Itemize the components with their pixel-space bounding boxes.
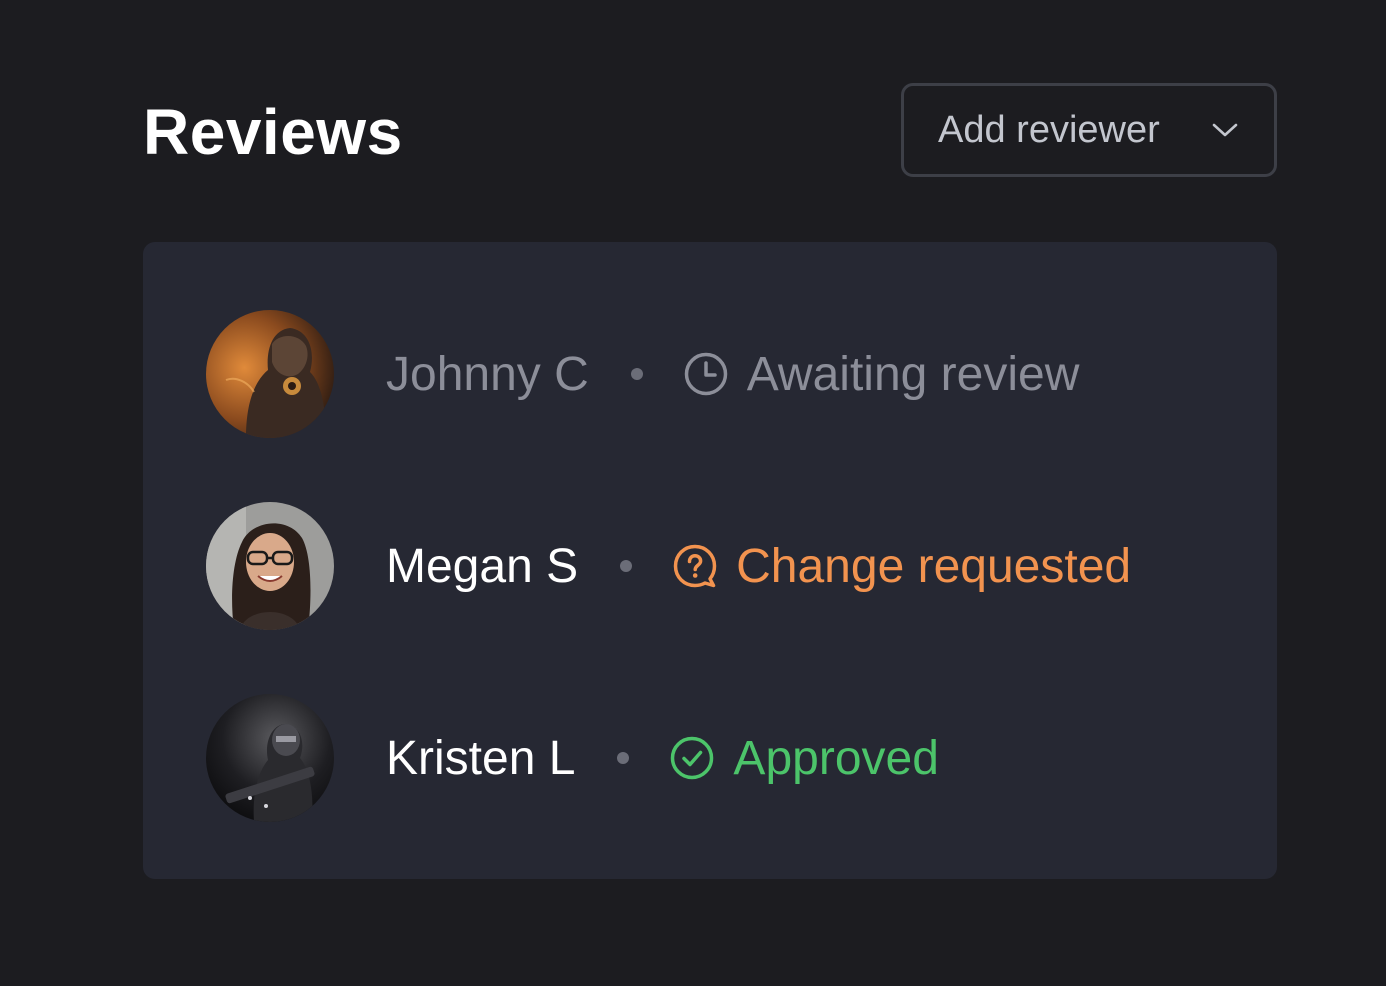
clock-icon [683, 351, 729, 397]
reviews-panel: Reviews Add reviewer Johnny C Awaiting r… [0, 0, 1386, 986]
add-reviewer-dropdown[interactable]: Add reviewer [901, 83, 1277, 177]
add-reviewer-label: Add reviewer [938, 108, 1160, 151]
reviewer-name: Kristen L [386, 731, 576, 785]
avatar [206, 310, 334, 438]
reviewer-name: Megan S [386, 539, 579, 593]
separator-dot [630, 368, 643, 380]
reviewers-list: Johnny C Awaiting review Megan S Change … [143, 242, 1277, 879]
avatar [206, 694, 334, 822]
status-badge: Change requested [672, 539, 1131, 594]
separator-dot [620, 560, 633, 572]
separator-dot [617, 752, 630, 764]
avatar [206, 502, 334, 630]
question-bubble-icon [672, 543, 718, 589]
reviewer-row-johnny[interactable]: Johnny C Awaiting review [206, 310, 1079, 438]
reviewer-row-kristen[interactable]: Kristen L Approved [206, 694, 939, 822]
reviewer-row-megan[interactable]: Megan S Change requested [206, 502, 1131, 630]
status-badge: Awaiting review [683, 347, 1080, 402]
check-circle-icon [669, 735, 715, 781]
chevron-down-icon [1210, 115, 1240, 145]
page-title: Reviews [143, 96, 403, 168]
status-text: Change requested [736, 539, 1132, 593]
status-text: Approved [733, 731, 939, 785]
status-badge: Approved [669, 731, 939, 786]
reviewer-name: Johnny C [386, 347, 589, 401]
status-text: Awaiting review [746, 347, 1080, 401]
